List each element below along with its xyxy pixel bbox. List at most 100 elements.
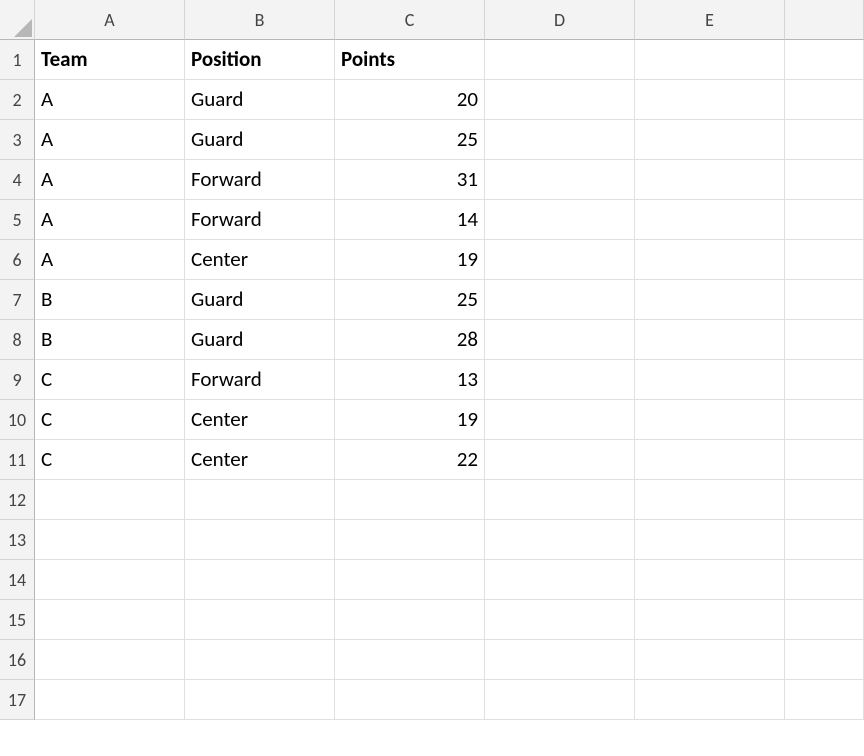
cell-extra-4[interactable] [785, 160, 864, 200]
cell-E12[interactable] [635, 480, 785, 520]
cell-A11[interactable]: C [35, 440, 185, 480]
cell-D14[interactable] [485, 560, 635, 600]
cell-B12[interactable] [185, 480, 335, 520]
cell-E14[interactable] [635, 560, 785, 600]
cell-C11[interactable]: 22 [335, 440, 485, 480]
cell-C14[interactable] [335, 560, 485, 600]
spreadsheet-grid[interactable]: ABCDE1TeamPositionPoints2AGuard203AGuard… [0, 0, 864, 720]
cell-B16[interactable] [185, 640, 335, 680]
cell-D12[interactable] [485, 480, 635, 520]
cell-E13[interactable] [635, 520, 785, 560]
column-header-D[interactable]: D [485, 0, 635, 40]
cell-extra-15[interactable] [785, 600, 864, 640]
row-header-8[interactable]: 8 [0, 320, 35, 360]
cell-E7[interactable] [635, 280, 785, 320]
cell-C10[interactable]: 19 [335, 400, 485, 440]
cell-C1[interactable]: Points [335, 40, 485, 80]
row-header-9[interactable]: 9 [0, 360, 35, 400]
cell-D6[interactable] [485, 240, 635, 280]
column-header-B[interactable]: B [185, 0, 335, 40]
cell-C12[interactable] [335, 480, 485, 520]
cell-extra-17[interactable] [785, 680, 864, 720]
cell-D13[interactable] [485, 520, 635, 560]
cell-C2[interactable]: 20 [335, 80, 485, 120]
row-header-12[interactable]: 12 [0, 480, 35, 520]
cell-A5[interactable]: A [35, 200, 185, 240]
cell-extra-7[interactable] [785, 280, 864, 320]
cell-extra-13[interactable] [785, 520, 864, 560]
cell-B11[interactable]: Center [185, 440, 335, 480]
cell-B14[interactable] [185, 560, 335, 600]
cell-A10[interactable]: C [35, 400, 185, 440]
column-header-E[interactable]: E [635, 0, 785, 40]
row-header-4[interactable]: 4 [0, 160, 35, 200]
cell-B8[interactable]: Guard [185, 320, 335, 360]
select-all-corner[interactable] [0, 0, 35, 40]
column-header-extra[interactable] [785, 0, 864, 40]
cell-D9[interactable] [485, 360, 635, 400]
cell-D5[interactable] [485, 200, 635, 240]
cell-E11[interactable] [635, 440, 785, 480]
cell-B1[interactable]: Position [185, 40, 335, 80]
cell-extra-3[interactable] [785, 120, 864, 160]
cell-B9[interactable]: Forward [185, 360, 335, 400]
cell-B4[interactable]: Forward [185, 160, 335, 200]
row-header-14[interactable]: 14 [0, 560, 35, 600]
row-header-5[interactable]: 5 [0, 200, 35, 240]
cell-C16[interactable] [335, 640, 485, 680]
cell-E16[interactable] [635, 640, 785, 680]
cell-D17[interactable] [485, 680, 635, 720]
row-header-17[interactable]: 17 [0, 680, 35, 720]
cell-extra-10[interactable] [785, 400, 864, 440]
cell-B2[interactable]: Guard [185, 80, 335, 120]
cell-A16[interactable] [35, 640, 185, 680]
row-header-1[interactable]: 1 [0, 40, 35, 80]
cell-C13[interactable] [335, 520, 485, 560]
row-header-16[interactable]: 16 [0, 640, 35, 680]
cell-E17[interactable] [635, 680, 785, 720]
cell-B15[interactable] [185, 600, 335, 640]
row-header-3[interactable]: 3 [0, 120, 35, 160]
cell-D1[interactable] [485, 40, 635, 80]
cell-A6[interactable]: A [35, 240, 185, 280]
cell-B5[interactable]: Forward [185, 200, 335, 240]
row-header-13[interactable]: 13 [0, 520, 35, 560]
cell-E9[interactable] [635, 360, 785, 400]
cell-extra-2[interactable] [785, 80, 864, 120]
cell-extra-14[interactable] [785, 560, 864, 600]
cell-C4[interactable]: 31 [335, 160, 485, 200]
cell-B13[interactable] [185, 520, 335, 560]
cell-C8[interactable]: 28 [335, 320, 485, 360]
cell-E1[interactable] [635, 40, 785, 80]
cell-A1[interactable]: Team [35, 40, 185, 80]
cell-D7[interactable] [485, 280, 635, 320]
cell-extra-16[interactable] [785, 640, 864, 680]
cell-extra-9[interactable] [785, 360, 864, 400]
cell-E8[interactable] [635, 320, 785, 360]
cell-extra-6[interactable] [785, 240, 864, 280]
cell-A15[interactable] [35, 600, 185, 640]
cell-D16[interactable] [485, 640, 635, 680]
cell-A2[interactable]: A [35, 80, 185, 120]
column-header-A[interactable]: A [35, 0, 185, 40]
cell-B6[interactable]: Center [185, 240, 335, 280]
cell-A9[interactable]: C [35, 360, 185, 400]
cell-E5[interactable] [635, 200, 785, 240]
row-header-2[interactable]: 2 [0, 80, 35, 120]
cell-B10[interactable]: Center [185, 400, 335, 440]
cell-E2[interactable] [635, 80, 785, 120]
cell-C3[interactable]: 25 [335, 120, 485, 160]
cell-E15[interactable] [635, 600, 785, 640]
cell-B7[interactable]: Guard [185, 280, 335, 320]
cell-D11[interactable] [485, 440, 635, 480]
cell-extra-11[interactable] [785, 440, 864, 480]
cell-A13[interactable] [35, 520, 185, 560]
cell-D2[interactable] [485, 80, 635, 120]
cell-D8[interactable] [485, 320, 635, 360]
cell-D10[interactable] [485, 400, 635, 440]
cell-A14[interactable] [35, 560, 185, 600]
cell-A4[interactable]: A [35, 160, 185, 200]
cell-A12[interactable] [35, 480, 185, 520]
row-header-6[interactable]: 6 [0, 240, 35, 280]
cell-D15[interactable] [485, 600, 635, 640]
